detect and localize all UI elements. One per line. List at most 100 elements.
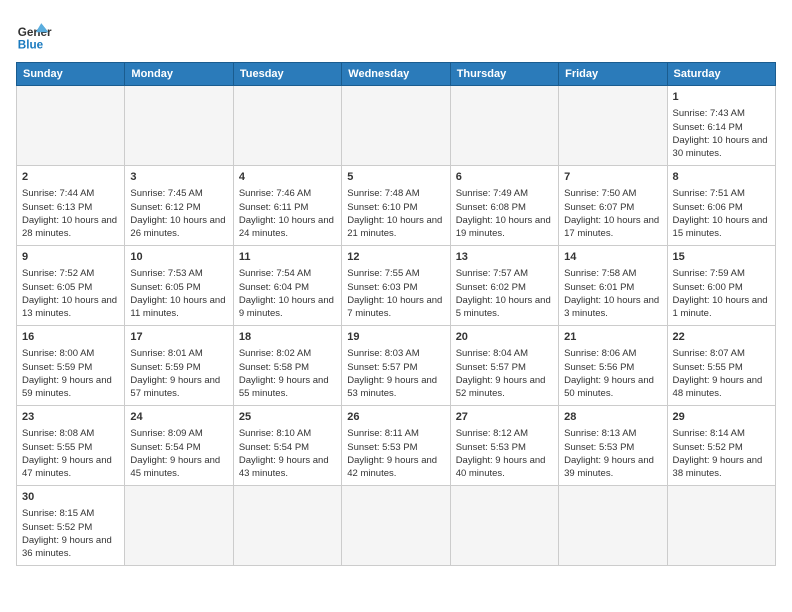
calendar-cell: 21 Sunrise: 8:06 AM Sunset: 5:56 PM Dayli…: [559, 326, 667, 406]
day-number: 12: [347, 250, 444, 265]
calendar-cell: [342, 486, 450, 566]
svg-text:Blue: Blue: [18, 38, 44, 51]
day-header-sunday: Sunday: [17, 63, 125, 86]
calendar-cell: 2 Sunrise: 7:44 AM Sunset: 6:13 PM Daylig…: [17, 166, 125, 246]
day-info: Sunrise: 7:45 AM Sunset: 6:12 PM Dayligh…: [130, 187, 227, 240]
day-info: Sunrise: 7:54 AM Sunset: 6:04 PM Dayligh…: [239, 267, 336, 320]
day-number: 6: [456, 170, 553, 185]
logo-icon: General Blue: [16, 16, 52, 52]
day-number: 9: [22, 250, 119, 265]
calendar-cell: 19 Sunrise: 8:03 AM Sunset: 5:57 PM Dayli…: [342, 326, 450, 406]
day-number: 26: [347, 410, 444, 425]
calendar-cell: 14 Sunrise: 7:58 AM Sunset: 6:01 PM Dayli…: [559, 246, 667, 326]
day-number: 5: [347, 170, 444, 185]
calendar-cell: 29 Sunrise: 8:14 AM Sunset: 5:52 PM Dayli…: [667, 406, 775, 486]
day-info: Sunrise: 8:13 AM Sunset: 5:53 PM Dayligh…: [564, 427, 661, 480]
logo: General Blue: [16, 16, 52, 52]
day-number: 25: [239, 410, 336, 425]
day-number: 8: [673, 170, 770, 185]
day-info: Sunrise: 8:14 AM Sunset: 5:52 PM Dayligh…: [673, 427, 770, 480]
day-number: 21: [564, 330, 661, 345]
calendar-cell: 12 Sunrise: 7:55 AM Sunset: 6:03 PM Dayli…: [342, 246, 450, 326]
calendar-cell: 1 Sunrise: 7:43 AM Sunset: 6:14 PM Daylig…: [667, 86, 775, 166]
day-info: Sunrise: 7:53 AM Sunset: 6:05 PM Dayligh…: [130, 267, 227, 320]
day-number: 11: [239, 250, 336, 265]
calendar-cell: 6Sunrise: 7:49 AM Sunset: 6:08 PM Daylig…: [450, 166, 558, 246]
day-number: 15: [673, 250, 770, 265]
day-number: 10: [130, 250, 227, 265]
calendar-cell: 15 Sunrise: 7:59 AM Sunset: 6:00 PM Dayli…: [667, 246, 775, 326]
calendar-cell: [667, 486, 775, 566]
day-number: 2: [22, 170, 119, 185]
day-info: Sunrise: 8:06 AM Sunset: 5:56 PM Dayligh…: [564, 347, 661, 400]
day-header-friday: Friday: [559, 63, 667, 86]
day-header-monday: Monday: [125, 63, 233, 86]
day-info: Sunrise: 8:03 AM Sunset: 5:57 PM Dayligh…: [347, 347, 444, 400]
day-header-saturday: Saturday: [667, 63, 775, 86]
calendar-cell: [17, 86, 125, 166]
calendar-cell: 4Sunrise: 7:46 AM Sunset: 6:11 PM Daylig…: [233, 166, 341, 246]
calendar-cell: [125, 486, 233, 566]
calendar-cell: 10 Sunrise: 7:53 AM Sunset: 6:05 PM Dayli…: [125, 246, 233, 326]
calendar-cell: 8 Sunrise: 7:51 AM Sunset: 6:06 PM Daylig…: [667, 166, 775, 246]
calendar-cell: [559, 86, 667, 166]
calendar-cell: 17 Sunrise: 8:01 AM Sunset: 5:59 PM Dayli…: [125, 326, 233, 406]
day-info: Sunrise: 8:09 AM Sunset: 5:54 PM Dayligh…: [130, 427, 227, 480]
day-number: 14: [564, 250, 661, 265]
day-header-wednesday: Wednesday: [342, 63, 450, 86]
calendar-cell: [559, 486, 667, 566]
day-number: 27: [456, 410, 553, 425]
day-info: Sunrise: 7:44 AM Sunset: 6:13 PM Dayligh…: [22, 187, 119, 240]
day-info: Sunrise: 7:51 AM Sunset: 6:06 PM Dayligh…: [673, 187, 770, 240]
day-info: Sunrise: 7:57 AM Sunset: 6:02 PM Dayligh…: [456, 267, 553, 320]
calendar-table: SundayMondayTuesdayWednesdayThursdayFrid…: [16, 62, 776, 566]
day-info: Sunrise: 7:55 AM Sunset: 6:03 PM Dayligh…: [347, 267, 444, 320]
calendar-cell: [233, 486, 341, 566]
svg-text:General: General: [18, 26, 52, 39]
calendar-cell: 27Sunrise: 8:12 AM Sunset: 5:53 PM Dayli…: [450, 406, 558, 486]
day-info: Sunrise: 7:48 AM Sunset: 6:10 PM Dayligh…: [347, 187, 444, 240]
day-number: 7: [564, 170, 661, 185]
day-number: 23: [22, 410, 119, 425]
day-number: 19: [347, 330, 444, 345]
calendar-cell: 24 Sunrise: 8:09 AM Sunset: 5:54 PM Dayli…: [125, 406, 233, 486]
day-number: 30: [22, 490, 119, 505]
day-info: Sunrise: 7:46 AM Sunset: 6:11 PM Dayligh…: [239, 187, 336, 240]
calendar-cell: 22 Sunrise: 8:07 AM Sunset: 5:55 PM Dayli…: [667, 326, 775, 406]
day-info: Sunrise: 7:59 AM Sunset: 6:00 PM Dayligh…: [673, 267, 770, 320]
calendar-cell: 18 Sunrise: 8:02 AM Sunset: 5:58 PM Dayli…: [233, 326, 341, 406]
day-number: 28: [564, 410, 661, 425]
day-info: Sunrise: 8:01 AM Sunset: 5:59 PM Dayligh…: [130, 347, 227, 400]
day-number: 17: [130, 330, 227, 345]
day-info: Sunrise: 7:58 AM Sunset: 6:01 PM Dayligh…: [564, 267, 661, 320]
day-number: 29: [673, 410, 770, 425]
day-number: 1: [673, 90, 770, 105]
day-number: 16: [22, 330, 119, 345]
calendar-cell: 28 Sunrise: 8:13 AM Sunset: 5:53 PM Dayli…: [559, 406, 667, 486]
day-info: Sunrise: 8:07 AM Sunset: 5:55 PM Dayligh…: [673, 347, 770, 400]
day-number: 24: [130, 410, 227, 425]
calendar-cell: [450, 486, 558, 566]
day-info: Sunrise: 7:52 AM Sunset: 6:05 PM Dayligh…: [22, 267, 119, 320]
day-info: Sunrise: 8:02 AM Sunset: 5:58 PM Dayligh…: [239, 347, 336, 400]
day-info: Sunrise: 8:11 AM Sunset: 5:53 PM Dayligh…: [347, 427, 444, 480]
calendar-cell: 23 Sunrise: 8:08 AM Sunset: 5:55 PM Dayli…: [17, 406, 125, 486]
day-number: 22: [673, 330, 770, 345]
calendar-cell: [342, 86, 450, 166]
day-info: Sunrise: 8:10 AM Sunset: 5:54 PM Dayligh…: [239, 427, 336, 480]
day-info: Sunrise: 8:04 AM Sunset: 5:57 PM Dayligh…: [456, 347, 553, 400]
day-info: Sunrise: 7:43 AM Sunset: 6:14 PM Dayligh…: [673, 107, 770, 160]
calendar-cell: [125, 86, 233, 166]
calendar-cell: 11 Sunrise: 7:54 AM Sunset: 6:04 PM Dayli…: [233, 246, 341, 326]
calendar-cell: 3Sunrise: 7:45 AM Sunset: 6:12 PM Daylig…: [125, 166, 233, 246]
calendar-cell: 7 Sunrise: 7:50 AM Sunset: 6:07 PM Daylig…: [559, 166, 667, 246]
calendar-cell: 30Sunrise: 8:15 AM Sunset: 5:52 PM Dayli…: [17, 486, 125, 566]
header: General Blue: [16, 16, 776, 52]
day-number: 20: [456, 330, 553, 345]
calendar-cell: 26 Sunrise: 8:11 AM Sunset: 5:53 PM Dayli…: [342, 406, 450, 486]
calendar-cell: 20 Sunrise: 8:04 AM Sunset: 5:57 PM Dayli…: [450, 326, 558, 406]
day-number: 18: [239, 330, 336, 345]
day-info: Sunrise: 8:08 AM Sunset: 5:55 PM Dayligh…: [22, 427, 119, 480]
day-info: Sunrise: 7:50 AM Sunset: 6:07 PM Dayligh…: [564, 187, 661, 240]
day-info: Sunrise: 8:00 AM Sunset: 5:59 PM Dayligh…: [22, 347, 119, 400]
